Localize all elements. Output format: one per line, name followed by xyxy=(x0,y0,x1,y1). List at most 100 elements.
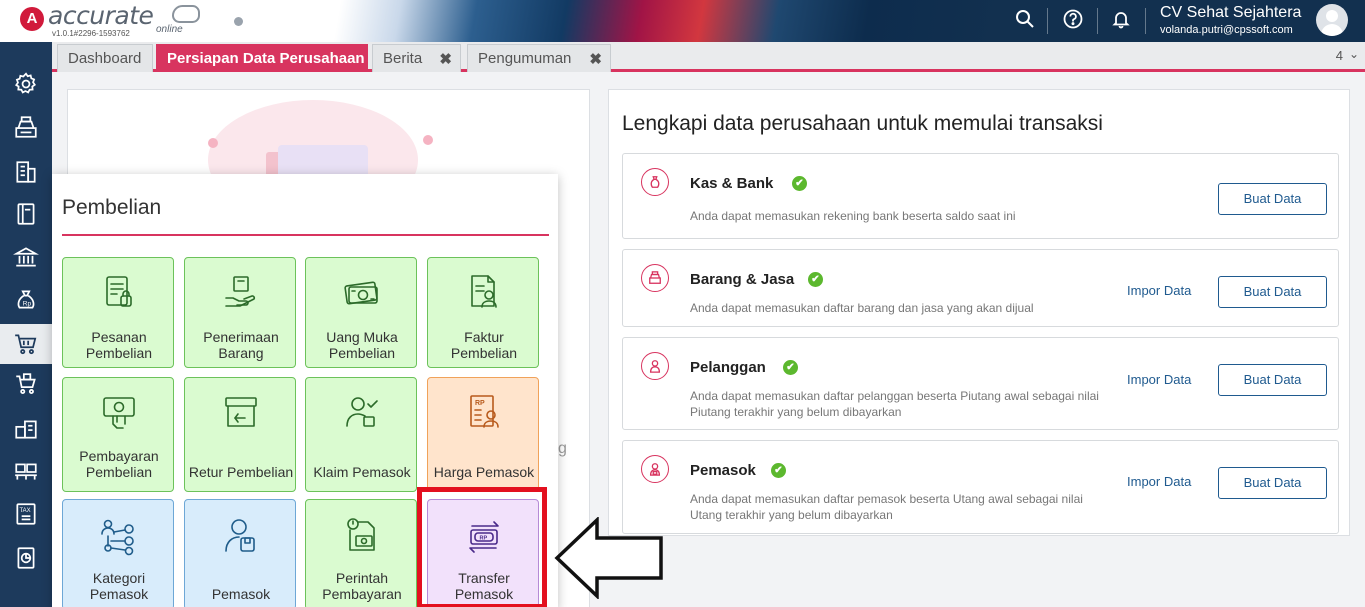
check-icon: ✔ xyxy=(792,176,807,191)
tab-count: 4 xyxy=(1335,48,1343,63)
app-version: v1.0.1#2296-1593762 xyxy=(52,29,130,38)
menu-perintah-pembayaran[interactable]: Perintah Pembayaran xyxy=(305,499,417,610)
help-icon[interactable] xyxy=(1062,9,1084,31)
cash-register-icon[interactable] xyxy=(0,107,52,147)
tab-persiapan-data[interactable]: Persiapan Data Perusahaan xyxy=(156,44,368,72)
logo-subtext: online xyxy=(156,24,183,35)
menu-label: Perintah Pembayaran xyxy=(322,570,402,602)
menu-retur-pembelian[interactable]: Retur Pembelian xyxy=(184,377,296,492)
task-description: Anda dapat memasukan daftar pelanggan be… xyxy=(690,389,1099,419)
sales-cart-icon[interactable] xyxy=(0,365,52,405)
task-kas-bank: Kas & Bank ✔ Anda dapat memasukan rekeni… xyxy=(622,153,1339,239)
settings-icon[interactable] xyxy=(0,64,52,104)
warehouse-icon[interactable] xyxy=(0,409,52,449)
pallet-icon[interactable] xyxy=(0,452,52,492)
task-name: Kas & Bank xyxy=(690,175,774,192)
category-icon xyxy=(99,516,139,556)
impor-data-link[interactable]: Impor Data xyxy=(1127,372,1191,387)
task-barang-jasa: Barang & Jasa ✔ Anda dapat memasukan daf… xyxy=(622,249,1339,327)
menu-pemasok[interactable]: Pemasok xyxy=(184,499,296,610)
bell-icon[interactable] xyxy=(1110,9,1132,31)
impor-data-link[interactable]: Impor Data xyxy=(1127,283,1191,298)
avatar[interactable] xyxy=(1316,4,1348,36)
menu-faktur-pembelian[interactable]: Faktur Pembelian xyxy=(427,257,539,368)
menu-uang-muka-pembelian[interactable]: Uang Muka Pembelian xyxy=(305,257,417,368)
annotation-arrow-icon xyxy=(554,517,663,599)
logo-icon: A xyxy=(20,7,44,31)
status-dot xyxy=(234,17,243,26)
building-icon[interactable] xyxy=(0,152,52,192)
close-icon[interactable]: ✖ xyxy=(589,50,602,68)
tab-pengumuman[interactable]: Pengumuman ✖ xyxy=(467,44,611,72)
sidebar: Rp TAX xyxy=(0,42,52,610)
search-icon[interactable] xyxy=(1014,9,1036,31)
task-name: Barang & Jasa xyxy=(690,271,795,288)
cloud-icon xyxy=(172,5,200,23)
svg-text:TAX: TAX xyxy=(20,508,31,514)
company-name[interactable]: CV Sehat Sejahtera xyxy=(1160,4,1301,22)
invoice-icon xyxy=(464,272,504,312)
highlight-box xyxy=(417,487,547,609)
separator xyxy=(1145,8,1146,34)
menu-penerimaan-barang[interactable]: Penerimaan Barang xyxy=(184,257,296,368)
tab-bar: Dashboard Persiapan Data Perusahaan Beri… xyxy=(52,42,1365,72)
purchase-order-icon xyxy=(99,272,139,312)
buat-data-button[interactable]: Buat Data xyxy=(1218,364,1327,396)
bank-icon[interactable] xyxy=(0,237,52,277)
claim-icon xyxy=(342,392,382,432)
divider xyxy=(62,234,549,236)
illustration-dot xyxy=(423,135,433,145)
setup-card: Lengkapi data perusahaan untuk memulai t… xyxy=(608,89,1350,536)
chevron-down-icon[interactable]: ⌄ xyxy=(1349,47,1359,61)
page-title: Lengkapi data perusahaan untuk memulai t… xyxy=(622,112,1103,135)
cash-register-icon xyxy=(641,264,669,292)
tab-label: Pengumuman xyxy=(478,50,572,67)
close-icon[interactable]: ✖ xyxy=(439,50,452,68)
menu-kategori-pemasok[interactable]: Kategori Pemasok xyxy=(62,499,174,610)
buat-data-button[interactable]: Buat Data xyxy=(1218,183,1327,215)
report-icon[interactable] xyxy=(0,538,52,578)
payment-icon xyxy=(99,392,139,432)
tab-label: Persiapan Data Perusahaan xyxy=(167,50,365,67)
menu-label: Pembayaran Pembelian xyxy=(79,448,159,480)
menu-pembayaran-pembelian[interactable]: Pembayaran Pembelian xyxy=(62,377,174,492)
buat-data-button[interactable]: Buat Data xyxy=(1218,467,1327,499)
menu-label: Penerimaan Barang xyxy=(203,329,279,361)
supplier-price-icon: RP xyxy=(464,392,504,432)
header-banner xyxy=(250,0,1000,42)
task-description: Anda dapat memasukan rekening bank beser… xyxy=(690,209,1016,223)
menu-label: Uang Muka Pembelian xyxy=(326,329,398,361)
customer-icon xyxy=(641,352,669,380)
task-description: Anda dapat memasukan daftar pemasok bese… xyxy=(690,492,1083,522)
top-bar: A accurate online v1.0.1#2296-1593762 CV… xyxy=(0,0,1365,42)
check-icon: ✔ xyxy=(808,272,823,287)
illustration-dot xyxy=(208,138,218,148)
return-icon xyxy=(221,392,261,432)
money-bag-icon[interactable]: Rp xyxy=(0,280,52,320)
tab-dashboard[interactable]: Dashboard xyxy=(57,44,153,72)
menu-harga-pemasok[interactable]: RP Harga Pemasok xyxy=(427,377,539,492)
separator xyxy=(1047,8,1048,34)
menu-label: Pemasok xyxy=(211,586,271,602)
task-name: Pelanggan xyxy=(690,359,766,376)
separator xyxy=(1097,8,1098,34)
menu-label: Faktur Pembelian xyxy=(450,329,518,361)
menu-title: Pembelian xyxy=(62,196,162,219)
impor-data-link[interactable]: Impor Data xyxy=(1127,474,1191,489)
money-bag-icon xyxy=(641,168,669,196)
cart-icon[interactable] xyxy=(0,324,52,364)
book-icon[interactable] xyxy=(0,194,52,234)
menu-label: Harga Pemasok xyxy=(433,464,535,480)
card-text-fragment: g xyxy=(558,440,567,457)
tab-label: Dashboard xyxy=(68,50,142,67)
tab-label: Berita xyxy=(383,50,423,67)
tax-icon[interactable]: TAX xyxy=(0,494,52,534)
menu-pesanan-pembelian[interactable]: Pesanan Pembelian xyxy=(62,257,174,368)
tab-berita[interactable]: Berita ✖ xyxy=(372,44,461,72)
logo-text: accurate xyxy=(48,1,154,30)
menu-klaim-pemasok[interactable]: Klaim Pemasok xyxy=(305,377,417,492)
buat-data-button[interactable]: Buat Data xyxy=(1218,276,1327,308)
menu-label: Kategori Pemasok xyxy=(89,570,149,602)
task-name: Pemasok xyxy=(690,462,756,479)
payment-order-icon xyxy=(342,516,382,556)
